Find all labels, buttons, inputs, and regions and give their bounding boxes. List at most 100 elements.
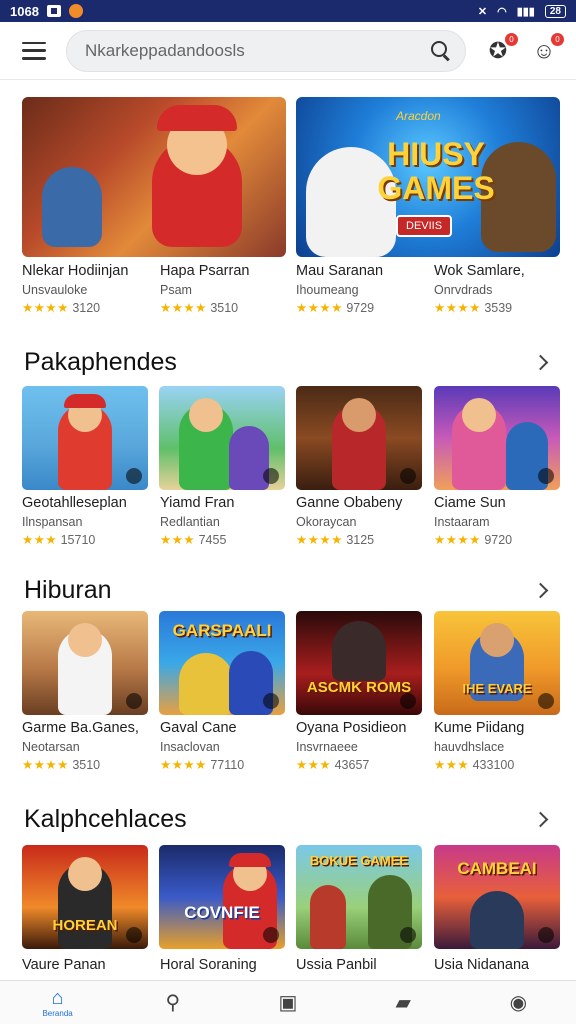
rating-stars: ★★★★: [22, 301, 69, 315]
nav-store[interactable]: ▰: [373, 981, 433, 1024]
item-title: Nlekar Hodiinjan: [22, 263, 129, 279]
featured-item-3[interactable]: Mau Saranan Ihoumeang ★★★★ 9729: [296, 263, 383, 315]
rating-count: 3120: [72, 301, 101, 315]
item-title: Hapa Psarran: [160, 263, 250, 279]
item-title: Mau Saranan: [296, 263, 384, 279]
character-face: [462, 398, 496, 432]
game-item[interactable]: Ussia Panbil: [296, 957, 377, 973]
game-tile[interactable]: [434, 386, 560, 490]
game-item[interactable]: Kume Piidang hauvdhslace ★★★ 433100: [434, 720, 524, 772]
tile-logo-text: IHE EVARE: [462, 681, 532, 696]
character-face: [68, 623, 102, 657]
game-tile[interactable]: [22, 386, 148, 490]
background-figure: [42, 167, 102, 247]
rating-stars: ★★★: [22, 533, 58, 547]
profile-avatar-icon[interactable]: ☺ 0: [530, 32, 564, 65]
item-rating: ★★★ 7455: [160, 532, 234, 547]
section-header-pakaphendes[interactable]: Pakaphendes: [24, 348, 554, 377]
play-icon: [400, 693, 416, 709]
character-figure: [310, 885, 346, 949]
item-title: Vaure Panan: [22, 957, 106, 973]
game-item[interactable]: Ganne Obabeny Okoraycan ★★★★ 3125: [296, 495, 402, 547]
game-tile[interactable]: ASCMK ROMS: [296, 611, 422, 715]
character-figure: [470, 891, 524, 949]
featured-item-4[interactable]: Wok Samlare, Onrvdrads ★★★★ 3539: [434, 263, 525, 315]
item-rating: ★★★★ 77110: [160, 757, 244, 772]
section-header-hiburan[interactable]: Hiburan: [24, 576, 554, 605]
character-figure: [332, 621, 386, 681]
red-cap: [157, 105, 237, 131]
game-tile[interactable]: CAMBEAI: [434, 845, 560, 949]
rating-stars: ★★★★: [160, 758, 207, 772]
rating-stars: ★★★: [160, 533, 196, 547]
rating-count: 9729: [346, 301, 375, 315]
rating-stars: ★★★★: [22, 758, 69, 772]
game-item[interactable]: Garme Ba.Ganes, Neotarsan ★★★★ 3510: [22, 720, 139, 772]
chevron-right-icon[interactable]: [532, 582, 549, 599]
banner-badge: DEVIIS: [396, 215, 453, 237]
game-tile[interactable]: [22, 611, 148, 715]
item-subtitle: Insaclovan: [160, 740, 220, 754]
featured-item-2[interactable]: Hapa Psarran Psam ★★★★ 3510: [160, 263, 249, 315]
section-title: Pakaphendes: [24, 348, 177, 376]
rating-count: 15710: [60, 533, 96, 547]
play-icon: [263, 927, 279, 943]
rating-stars: ★★★: [296, 758, 332, 772]
search-icon[interactable]: [431, 40, 451, 61]
red-cap: [64, 394, 106, 408]
game-item[interactable]: Yiamd Fran Redlantian ★★★ 7455: [160, 495, 234, 547]
game-item[interactable]: Gaval Cane Insaclovan ★★★★ 77110: [160, 720, 244, 772]
chevron-right-icon[interactable]: [532, 354, 549, 371]
play-icon: [263, 468, 279, 484]
game-tile[interactable]: [296, 386, 422, 490]
game-tile[interactable]: [159, 386, 285, 490]
game-item[interactable]: Vaure Panan: [22, 957, 106, 973]
game-tile[interactable]: GARSPAALI: [159, 611, 285, 715]
featured-card-image[interactable]: [22, 97, 286, 257]
search-bar[interactable]: Nkarkeppadandoosls: [66, 29, 466, 72]
game-item[interactable]: Usia Nidanana: [434, 957, 529, 973]
banner-headline: HIUSY GAMES: [377, 136, 495, 206]
home-icon: ⌂: [51, 987, 64, 1009]
game-tile[interactable]: HOREAN: [22, 845, 148, 949]
section-header-kalphcehlaces[interactable]: Kalphcehlaces: [24, 805, 554, 834]
featured-item-1[interactable]: Nlekar Hodiinjan Unsvauloke ★★★★ 3120: [22, 263, 128, 315]
play-icon: [126, 927, 142, 943]
rewards-badge-icon[interactable]: ✪ 0: [484, 32, 518, 65]
item-title: Kume Piidang: [434, 720, 525, 736]
item-subtitle: Instaaram: [434, 515, 490, 529]
play-icon: [400, 927, 416, 943]
game-tile[interactable]: COVNFIE: [159, 845, 285, 949]
search-input[interactable]: Nkarkeppadandoosls: [85, 41, 431, 61]
nav-search[interactable]: ⚲: [143, 981, 203, 1024]
second-figure: [229, 426, 269, 490]
featured-banner-image[interactable]: Aracdon HIUSY GAMES DEVIIS: [296, 97, 560, 257]
play-icon: [400, 468, 416, 484]
mute-icon: ✕: [477, 5, 488, 18]
rating-count: 3510: [210, 301, 239, 315]
game-tile[interactable]: IHE EVARE: [434, 611, 560, 715]
play-icon: [538, 927, 554, 943]
status-bar: 1068 ✕ ◠ ▮▮▮ 28: [0, 0, 576, 22]
game-item[interactable]: Ciame Sun Instaaram ★★★★ 9720: [434, 495, 512, 547]
rating-count: 43657: [334, 758, 370, 772]
hamburger-menu-icon[interactable]: [22, 41, 46, 60]
item-title: Garme Ba.Ganes,: [22, 720, 139, 736]
game-item[interactable]: Horal Soraning: [160, 957, 257, 973]
red-cap: [229, 853, 271, 867]
wifi-icon: ◠: [497, 5, 507, 18]
nav-library[interactable]: ▣: [258, 981, 318, 1024]
chevron-right-icon[interactable]: [532, 811, 549, 828]
game-item[interactable]: Geotahlleseplan Ilnspansan ★★★ 15710: [22, 495, 127, 547]
notification-count-badge: 0: [505, 32, 518, 46]
item-rating: ★★★★ 3510: [160, 300, 249, 315]
game-tile[interactable]: BOKUE GAMEE: [296, 845, 422, 949]
nav-games[interactable]: ◉: [488, 981, 548, 1024]
section-title: Kalphcehlaces: [24, 805, 187, 833]
search-icon: ⚲: [165, 991, 181, 1014]
rating-count: 3539: [484, 301, 513, 315]
tile-logo-text: BOKUE GAMEE: [309, 853, 409, 868]
nav-home[interactable]: ⌂ Beranda: [28, 981, 88, 1024]
game-item[interactable]: Oyana Posidieon Insvrnaeee ★★★ 43657: [296, 720, 406, 772]
rating-count: 9720: [484, 533, 513, 547]
